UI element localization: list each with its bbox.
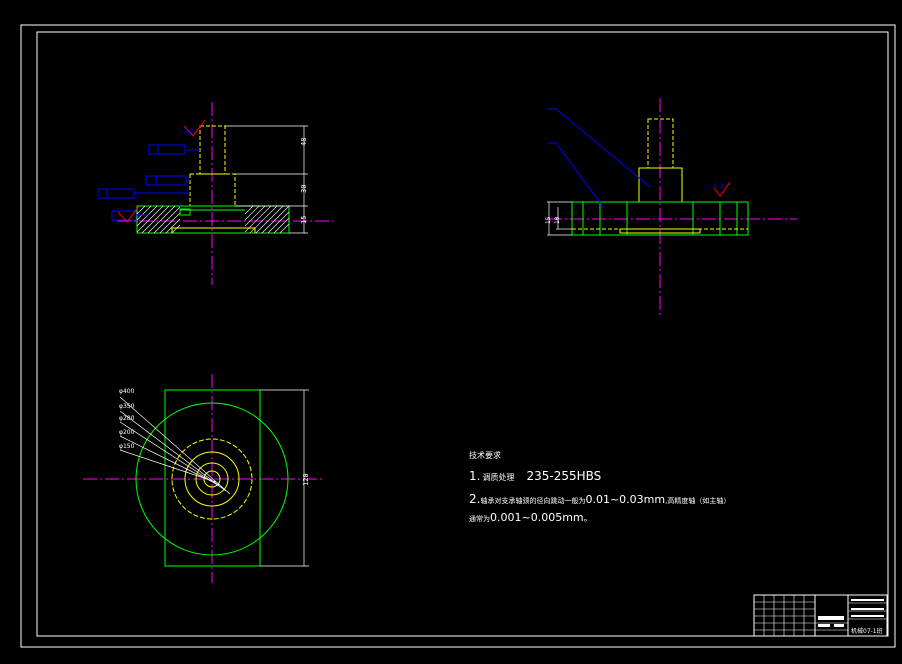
dim-label-top: 120	[302, 473, 310, 486]
tech-req-line1-value: 235-255HBS	[526, 469, 602, 483]
dim-label-shaft: 48	[300, 137, 308, 146]
tech-req-line1-prefix: 1.	[469, 469, 481, 483]
tech-req-heading: 技术要求	[469, 451, 501, 460]
front-section-view	[97, 102, 333, 285]
tech-req-line2: 2.轴承对支承轴颈的径向跳动一般为0.01~0.03mm,高精度轴（如主轴）	[469, 492, 730, 506]
dim-label-side-1: 15	[545, 216, 552, 224]
tech-req-line3-value: 0.001~0.005mm	[490, 511, 584, 524]
dim-label-boss: 30	[300, 184, 308, 193]
title-block-name: 机械07-1班	[851, 628, 883, 635]
leader-label-1: φ400	[119, 388, 135, 395]
tech-req-line1: 1. 调质处理 235-255HBS	[469, 469, 601, 483]
cad-drawing	[20, 24, 896, 648]
dim-label-side-2: 10	[554, 216, 561, 224]
tech-req-line3-cn: 通常为	[469, 515, 490, 523]
tech-req-line3: 通常为0.001~0.005mm。	[469, 510, 593, 524]
roughness-label-side: 6.3	[714, 183, 724, 190]
tech-req-line2-cn-b: ,高精度轴（如主轴）	[665, 497, 731, 505]
tech-req-line1-cn: 调质处理	[482, 473, 515, 482]
roughness-label-top: 3.2	[184, 128, 194, 135]
dim-label-base: 15	[300, 215, 308, 224]
leader-label-5: φ150	[119, 443, 135, 450]
leader-label-3: φ280	[119, 415, 135, 422]
tech-req-line2-value: 0.01~0.03mm	[585, 493, 666, 506]
leader-label-4: φ200	[119, 429, 135, 436]
tech-req-line2-prefix: 2.	[469, 492, 481, 506]
outer-border	[20, 24, 896, 648]
side-view	[547, 98, 797, 318]
tech-req-line2-cn-a: 轴承对支承轴颈的径向跳动一般为	[480, 497, 586, 505]
tech-req-line3-end: 。	[583, 514, 593, 524]
leader-label-2: φ350	[119, 403, 135, 410]
